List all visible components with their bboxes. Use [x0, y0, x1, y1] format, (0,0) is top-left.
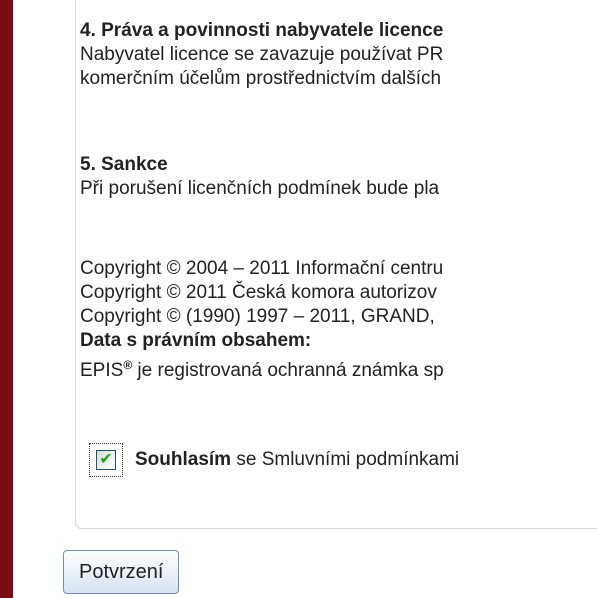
agree-checkbox-focus[interactable]: ✔	[89, 443, 123, 477]
agree-label[interactable]: Souhlasím se Smluvními podmínkami	[135, 449, 459, 471]
agree-checkbox[interactable]: ✔	[96, 450, 116, 470]
epis-brand: EPIS	[80, 360, 124, 381]
section-text-line: komerčním účelům prostřednictvím dalších	[80, 68, 442, 89]
agreement-row: ✔ Souhlasím se Smluvními podmínkami	[89, 440, 459, 480]
confirm-button[interactable]: Potvrzení	[63, 550, 180, 594]
section-heading: 5. Sankce	[80, 154, 168, 175]
copyright-line: Copyright © (1990) 1997 – 2011, GRAND,	[80, 306, 435, 327]
trademark-text: je registrovaná ochranná známka sp	[132, 360, 444, 381]
section-text-line: Nabyvatel licence se zavazuje používat P…	[80, 44, 444, 65]
section-heading: 4. Práva a povinnosti nabyvatele licence	[80, 20, 444, 41]
copyright-line: Copyright © 2004 – 2011 Informační centr…	[80, 258, 444, 279]
section-text-line: Při porušení licenčních podmínek bude pl…	[80, 178, 440, 199]
checkmark-icon: ✔	[99, 451, 113, 468]
section-rights-obligations: 4. Práva a povinnosti nabyvatele licence…	[80, 19, 443, 91]
copyright-line: Copyright © 2011 Česká komora autorizov	[80, 282, 437, 303]
copyright-block: Copyright © 2004 – 2011 Informační centr…	[80, 257, 444, 383]
agree-label-rest: se Smluvními podmínkami	[231, 449, 460, 470]
legal-data-heading: Data s právním obsahem:	[80, 330, 312, 351]
section-sanctions: 5. Sankce Při porušení licenčních podmín…	[80, 153, 439, 201]
trademark-notice: EPIS® je registrovaná ochranná známka sp	[80, 359, 444, 383]
agree-label-bold: Souhlasím	[135, 449, 232, 470]
registered-mark: ®	[123, 358, 133, 372]
